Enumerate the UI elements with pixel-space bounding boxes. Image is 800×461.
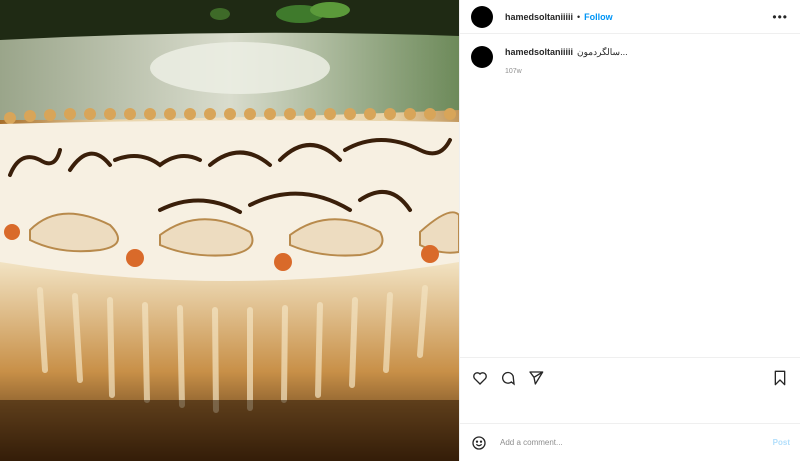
comment-input[interactable] xyxy=(498,437,773,448)
post-header: hamedsoltaniiiii • Follow ••• xyxy=(460,0,800,34)
comment-icon xyxy=(502,371,515,386)
post-timestamp[interactable]: 107w xyxy=(505,66,628,78)
comments-section: hamedsoltaniiiii سالگردمون... 107w xyxy=(460,34,800,357)
instagram-post: hamedsoltaniiiii • Follow ••• hamedsolta… xyxy=(0,0,800,461)
save-button[interactable] xyxy=(770,368,790,388)
caption-avatar[interactable] xyxy=(471,46,493,68)
heart-icon xyxy=(473,372,487,385)
like-button[interactable] xyxy=(470,368,490,388)
post-sidebar: hamedsoltaniiiii • Follow ••• hamedsolta… xyxy=(459,0,800,461)
caption: hamedsoltaniiiii سالگردمون... xyxy=(505,46,628,58)
cake-photo xyxy=(0,0,459,461)
more-options-icon[interactable]: ••• xyxy=(772,10,788,24)
caption-username[interactable]: hamedsoltaniiiii xyxy=(505,47,573,57)
caption-text: سالگردمون... xyxy=(577,47,628,57)
add-comment-bar: Post xyxy=(460,423,800,461)
post-comment-button[interactable]: Post xyxy=(773,438,790,447)
caption-row: hamedsoltaniiiii سالگردمون... 107w xyxy=(471,46,789,78)
likes-area xyxy=(460,398,800,423)
action-bar xyxy=(460,357,800,398)
follow-button[interactable]: Follow xyxy=(584,12,613,22)
smiley-icon xyxy=(472,435,486,450)
send-icon xyxy=(529,371,544,385)
separator-dot: • xyxy=(577,11,581,22)
username-link[interactable]: hamedsoltaniiiii xyxy=(505,12,573,22)
emoji-button[interactable] xyxy=(470,434,488,452)
share-button[interactable] xyxy=(526,368,546,388)
post-image[interactable] xyxy=(0,0,459,461)
comment-button[interactable] xyxy=(498,368,518,388)
bookmark-icon xyxy=(774,370,786,386)
avatar[interactable] xyxy=(471,5,493,28)
